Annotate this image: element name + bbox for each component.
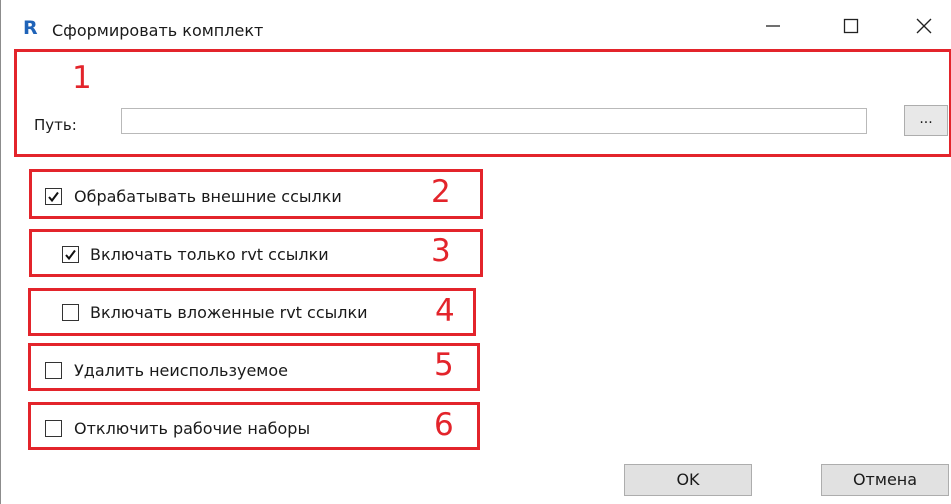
minimize-icon (766, 25, 780, 27)
window-title: Сформировать комплект (52, 21, 264, 40)
checkmark-icon (65, 249, 76, 261)
checkbox-process-external-links[interactable] (45, 188, 62, 205)
ok-button[interactable]: OK (624, 464, 752, 496)
annotation-number-1: 1 (72, 60, 92, 96)
checkbox-label-remove-unused: Удалить неиспользуемое (74, 361, 289, 380)
checkbox-label-process-external-links: Обрабатывать внешние ссылки (74, 187, 342, 206)
annotation-number-6: 6 (434, 407, 454, 443)
maximize-button[interactable] (831, 12, 871, 44)
close-icon (916, 18, 932, 34)
checkbox-label-include-only-rvt-links: Включать только rvt ссылки (90, 245, 329, 264)
cancel-button[interactable]: Отмена (821, 464, 949, 496)
maximize-icon (843, 18, 859, 34)
checkbox-disable-worksets[interactable] (45, 420, 62, 437)
title-bar: R Сформировать комплект (1, 0, 951, 44)
checkbox-include-nested-rvt-links[interactable] (62, 304, 79, 321)
dialog-window: R Сформировать комплект 1 Путь: ... 2 Об… (0, 0, 951, 504)
annotation-number-5: 5 (434, 347, 454, 383)
path-input[interactable] (121, 108, 867, 134)
close-button[interactable] (904, 12, 944, 44)
checkmark-icon (48, 191, 59, 203)
browse-button[interactable]: ... (904, 105, 948, 136)
checkbox-include-only-rvt-links[interactable] (62, 246, 79, 263)
annotation-number-4: 4 (435, 293, 455, 329)
annotation-number-2: 2 (431, 174, 451, 210)
revit-app-icon: R (23, 17, 38, 39)
checkbox-label-include-nested-rvt-links: Включать вложенные rvt ссылки (90, 303, 368, 322)
checkbox-remove-unused[interactable] (45, 362, 62, 379)
checkbox-label-disable-worksets: Отключить рабочие наборы (74, 419, 311, 438)
minimize-button[interactable] (753, 12, 793, 44)
path-label: Путь: (34, 116, 77, 134)
annotation-number-3: 3 (431, 233, 451, 269)
annotation-box-1 (14, 49, 951, 157)
